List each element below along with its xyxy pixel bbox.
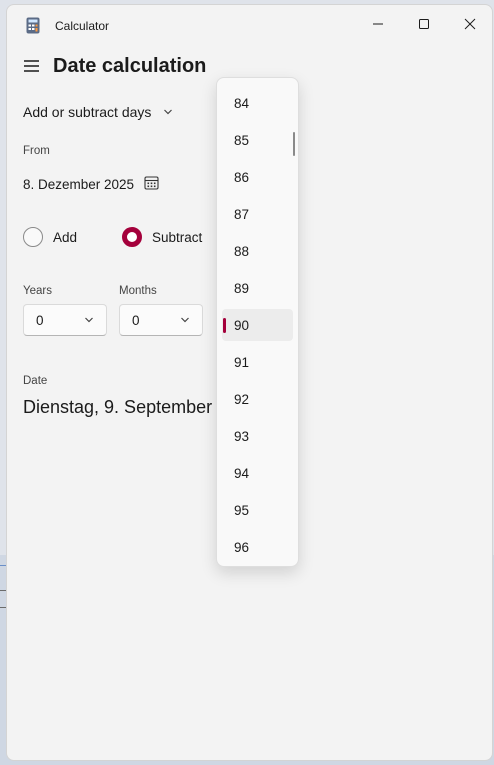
maximize-icon bbox=[418, 17, 430, 35]
dropdown-item-label: 85 bbox=[234, 132, 250, 148]
dropdown-item-label: 86 bbox=[234, 169, 250, 185]
dropdown-item-label: 90 bbox=[234, 317, 250, 333]
minimize-button[interactable] bbox=[355, 5, 401, 47]
page-title: Date calculation bbox=[53, 55, 207, 77]
selection-indicator bbox=[223, 318, 226, 333]
dropdown-item[interactable]: 85 bbox=[222, 124, 293, 156]
hamburger-icon[interactable] bbox=[23, 57, 41, 75]
years-label: Years bbox=[23, 285, 52, 297]
calculator-window: Calculator Date calculation Add or subtr… bbox=[6, 4, 493, 761]
months-value: 0 bbox=[132, 312, 140, 328]
dropdown-item[interactable]: 88 bbox=[222, 235, 293, 267]
window-title: Calculator bbox=[55, 19, 110, 33]
subtract-radio-label: Subtract bbox=[152, 229, 203, 245]
years-combobox[interactable]: 0 bbox=[23, 304, 107, 336]
dropdown-item[interactable]: 93 bbox=[222, 420, 293, 452]
calculation-mode-select[interactable]: Add or subtract days bbox=[23, 101, 173, 123]
years-value: 0 bbox=[36, 312, 44, 328]
chevron-down-icon bbox=[180, 313, 190, 328]
dropdown-item-label: 95 bbox=[234, 502, 250, 518]
dropdown-item-label: 96 bbox=[234, 539, 250, 555]
result-date: Dienstag, 9. September 2025 bbox=[23, 397, 223, 417]
result-label: Date bbox=[23, 375, 48, 387]
dropdown-item[interactable]: 91 bbox=[222, 346, 293, 378]
close-icon bbox=[464, 17, 476, 35]
dropdown-item-label: 89 bbox=[234, 280, 250, 296]
minimize-icon bbox=[372, 17, 384, 35]
add-radio-label: Add bbox=[53, 229, 78, 245]
dropdown-item-label: 93 bbox=[234, 428, 250, 444]
dropdown-item[interactable]: 95 bbox=[222, 494, 293, 526]
dropdown-item[interactable]: 86 bbox=[222, 161, 293, 193]
dropdown-item[interactable]: 90 bbox=[222, 309, 293, 341]
from-date-picker[interactable]: 8. Dezember 2025 bbox=[23, 175, 159, 193]
dropdown-item[interactable]: 96 bbox=[222, 531, 293, 563]
calculation-mode-value: Add or subtract days bbox=[23, 104, 152, 120]
months-combobox[interactable]: 0 bbox=[119, 304, 203, 336]
from-label: From bbox=[23, 145, 50, 157]
title-bar: Calculator bbox=[7, 5, 492, 47]
days-dropdown-list[interactable]: 84 85 86 87 88 89 90 91 92 93 94 95 96 bbox=[216, 77, 299, 567]
dropdown-item[interactable]: 92 bbox=[222, 383, 293, 415]
calendar-icon bbox=[144, 175, 159, 193]
add-radio[interactable]: Add bbox=[23, 227, 77, 247]
dropdown-item-label: 94 bbox=[234, 465, 250, 481]
close-button[interactable] bbox=[447, 5, 492, 47]
dropdown-item[interactable]: 87 bbox=[222, 198, 293, 230]
months-label: Months bbox=[119, 285, 157, 297]
maximize-button[interactable] bbox=[401, 5, 447, 47]
add-radio-circle[interactable] bbox=[23, 227, 43, 247]
dropdown-item-label: 88 bbox=[234, 243, 250, 259]
dropdown-scrollbar[interactable] bbox=[293, 132, 295, 156]
dropdown-item-label: 87 bbox=[234, 206, 250, 222]
dropdown-item-label: 84 bbox=[234, 95, 250, 111]
from-date-value: 8. Dezember 2025 bbox=[23, 176, 135, 192]
dropdown-item[interactable]: 89 bbox=[222, 272, 293, 304]
calculator-icon bbox=[26, 17, 40, 34]
subtract-radio-circle[interactable] bbox=[122, 227, 142, 247]
subtract-radio[interactable]: Subtract bbox=[122, 227, 202, 247]
dropdown-item-label: 92 bbox=[234, 391, 250, 407]
chevron-down-icon bbox=[163, 104, 173, 120]
dropdown-item-label: 91 bbox=[234, 354, 250, 370]
dropdown-item[interactable]: 94 bbox=[222, 457, 293, 489]
dropdown-item[interactable]: 84 bbox=[222, 87, 293, 119]
chevron-down-icon bbox=[84, 313, 94, 328]
